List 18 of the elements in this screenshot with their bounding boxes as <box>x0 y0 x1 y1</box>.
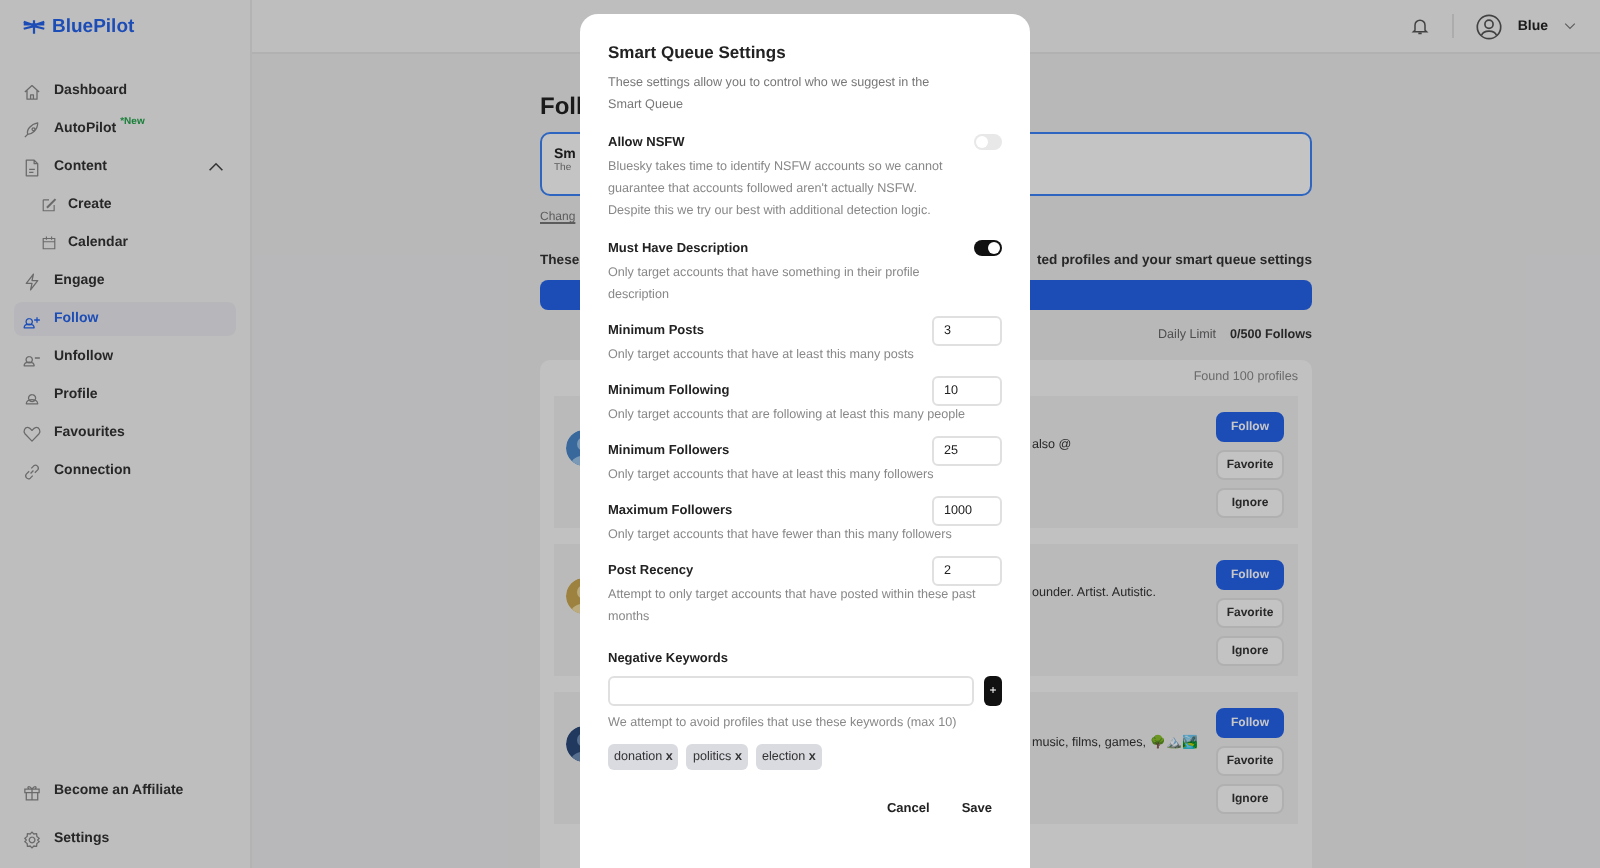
link-icon <box>22 461 42 481</box>
gift-icon <box>22 781 42 801</box>
chevron-icon[interactable] <box>1564 22 1576 30</box>
bell-icon[interactable] <box>1409 16 1430 36</box>
dialog-title: Smart Queue Settings <box>608 42 788 62</box>
toggle-switch[interactable] <box>974 240 1002 256</box>
avatar-icon[interactable] <box>1475 13 1502 39</box>
settings-icon <box>22 829 42 849</box>
dragonfly-icon <box>22 18 46 36</box>
lightning-icon <box>22 271 42 291</box>
document-icon <box>22 157 42 177</box>
keyword-field[interactable] <box>608 676 974 706</box>
chevron-icon[interactable] <box>208 162 224 172</box>
pencil-icon <box>40 196 58 214</box>
house-icon <box>22 81 42 101</box>
logo-text: BluePilot <box>52 16 135 38</box>
calendar-icon <box>40 234 58 252</box>
heart-icon <box>22 423 42 443</box>
